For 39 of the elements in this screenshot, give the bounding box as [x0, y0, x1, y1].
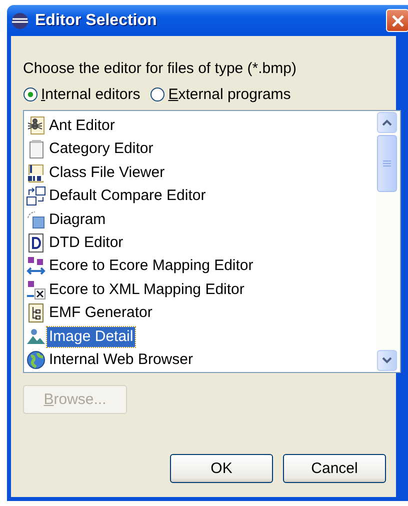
window-title: Editor Selection: [35, 12, 157, 30]
ant-icon: [26, 116, 46, 136]
dialog-button[interactable]: Cancel: [283, 454, 386, 483]
globe-icon: [26, 350, 46, 370]
list-item[interactable]: Ant Editor: [47, 116, 117, 136]
list-item[interactable]: Internal Web Browser: [47, 350, 195, 370]
compare-icon: [26, 186, 46, 206]
tree-file-icon: [26, 303, 46, 324]
list-item[interactable]: Ecore to Ecore Mapping Editor: [47, 256, 256, 276]
close-icon: [392, 14, 404, 26]
list-item[interactable]: Category Editor: [47, 139, 156, 160]
scroll-thumb[interactable]: [377, 135, 397, 192]
prompt-text: Choose the editor for files of type (*.bmp): [23, 60, 298, 77]
list-item[interactable]: Default Compare Editor: [47, 186, 208, 206]
scroll-up-button[interactable]: [377, 112, 397, 133]
binary-file-icon: [26, 162, 46, 183]
radio-label[interactable]: External programs: [168, 86, 291, 103]
mapping-icon: [26, 280, 46, 300]
dialog-button[interactable]: OK: [170, 454, 273, 483]
list-item[interactable]: DTD Editor: [47, 232, 126, 253]
list-item[interactable]: Diagram: [47, 210, 108, 230]
list-item[interactable]: Class File Viewer: [47, 162, 167, 183]
dtd-file-icon: [26, 232, 46, 253]
caret-down-icon: [382, 357, 392, 364]
list-item[interactable]: EMF Generator: [47, 303, 154, 324]
scrollbar[interactable]: [376, 111, 400, 372]
diagram-icon: [26, 210, 46, 230]
mapping-icon: [26, 256, 46, 276]
scroll-down-button[interactable]: [377, 350, 397, 371]
radio-button[interactable]: [23, 87, 38, 102]
close-button[interactable]: [386, 9, 408, 32]
caret-up-icon: [382, 119, 392, 126]
list-item[interactable]: Ecore to XML Mapping Editor: [47, 280, 246, 300]
radio-label[interactable]: Internal editors: [41, 86, 140, 103]
grip-icon: [383, 160, 391, 167]
radio-button[interactable]: [150, 87, 166, 102]
list-item[interactable]: Image Detail: [47, 326, 136, 347]
landscape-icon: [26, 326, 46, 347]
sphere-icon: [11, 12, 29, 30]
